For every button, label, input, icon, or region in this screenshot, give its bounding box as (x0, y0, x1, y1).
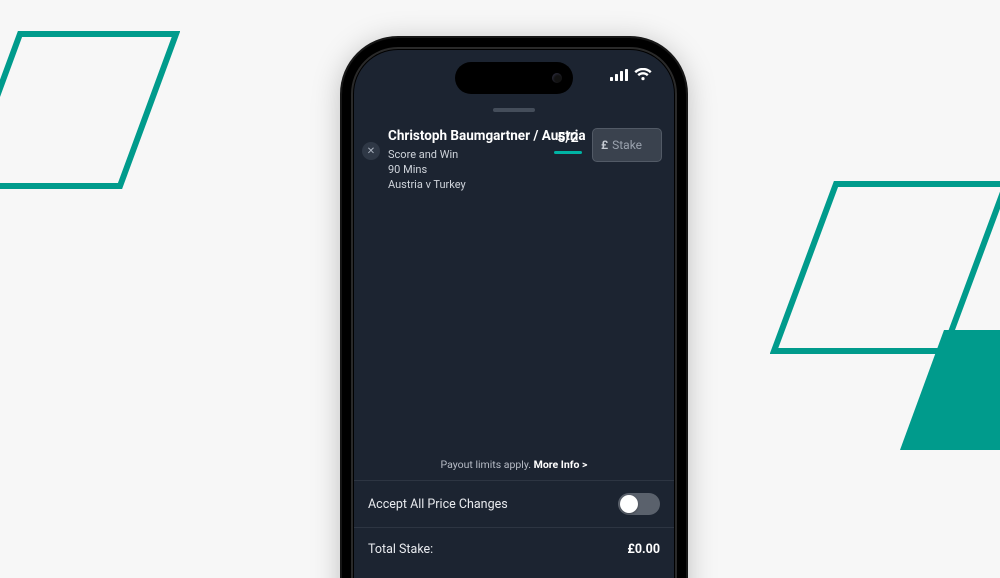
odds-display[interactable]: 5/2 (554, 130, 582, 154)
accept-price-changes-toggle[interactable] (618, 493, 660, 515)
stage: ✕ Christoph Baumgartner / Austria Score … (0, 0, 1000, 578)
accept-price-changes-label: Accept All Price Changes (368, 497, 508, 512)
stake-input[interactable]: £ Stake (592, 128, 662, 162)
selection-market: Score and Win (388, 148, 548, 163)
wifi-icon (634, 68, 652, 81)
dynamic-island (455, 62, 573, 94)
betslip-item: ✕ Christoph Baumgartner / Austria Score … (354, 122, 674, 201)
cellular-icon (610, 69, 628, 81)
payout-note-text: Payout limits apply. (441, 458, 534, 471)
close-icon: ✕ (367, 146, 375, 157)
payout-limits-note: Payout limits apply. More Info > (354, 458, 674, 471)
selection-info: Christoph Baumgartner / Austria Score an… (388, 128, 548, 193)
currency-symbol: £ (601, 138, 608, 152)
accept-price-changes-row: Accept All Price Changes (354, 480, 674, 528)
odds-value: 5/2 (554, 130, 582, 149)
phone-screen: ✕ Christoph Baumgartner / Austria Score … (354, 50, 674, 578)
total-stake-amount: £0.00 (627, 542, 660, 557)
total-stake-label: Total Stake: (368, 542, 433, 557)
remove-selection-button[interactable]: ✕ (362, 142, 380, 160)
status-icons (610, 68, 652, 81)
stake-placeholder: Stake (612, 138, 642, 152)
status-bar (354, 50, 674, 108)
selection-event: Austria v Turkey (388, 178, 548, 193)
selection-title: Christoph Baumgartner / Austria (388, 128, 548, 144)
total-stake-row: Total Stake: £0.00 (354, 528, 674, 557)
camera-dot (552, 73, 562, 83)
sheet-drag-handle[interactable] (493, 108, 535, 112)
payout-more-info-link[interactable]: More Info > (534, 458, 588, 471)
odds-underline (554, 151, 582, 154)
selection-period: 90 Mins (388, 163, 548, 178)
phone-mockup: ✕ Christoph Baumgartner / Austria Score … (342, 38, 686, 578)
toggle-knob (620, 495, 638, 513)
decor-parallelogram-filled-right (900, 330, 1000, 450)
decor-parallelogram-outline-top-left (0, 30, 180, 190)
decor-parallelogram-outline-right (770, 180, 1000, 355)
